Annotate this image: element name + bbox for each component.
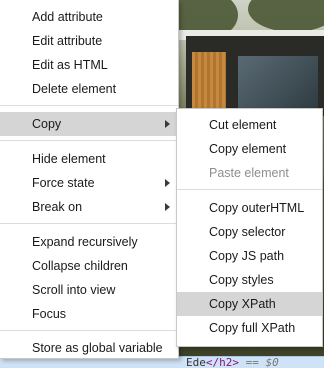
menu-separator [177,189,322,190]
devtools-code: Ede</h2> == $0 [186,356,279,368]
menu-item-label: Hide element [32,152,106,166]
menu-item-edit-attribute[interactable]: Edit attribute [0,29,178,53]
menu-item-force-state[interactable]: Force state [0,171,178,195]
context-menu: Add attribute Edit attribute Edit as HTM… [0,0,179,359]
menu-item-label: Copy selector [209,225,286,239]
submenu-item-cut-element[interactable]: Cut element [177,113,322,137]
menu-item-copy[interactable]: Copy [0,112,178,136]
menu-item-label: Add attribute [32,10,103,24]
menu-item-label: Expand recursively [32,235,138,249]
menu-item-label: Edit as HTML [32,58,108,72]
submenu-item-copy-styles[interactable]: Copy styles [177,268,322,292]
menu-item-label: Collapse children [32,259,128,273]
menu-item-edit-as-html[interactable]: Edit as HTML [0,53,178,77]
menu-item-label: Break on [32,200,83,214]
menu-item-label: Copy full XPath [209,321,296,335]
menu-item-label: Scroll into view [32,283,116,297]
menu-item-label: Store as global variable [32,341,163,355]
menu-item-label: Cut element [209,118,277,132]
menu-separator [0,330,178,331]
submenu-item-copy-xpath[interactable]: Copy XPath [177,292,322,316]
menu-separator [0,140,178,141]
menu-item-label: Delete element [32,82,117,96]
menu-item-label: Paste element [209,166,289,180]
menu-item-label: Copy styles [209,273,274,287]
menu-item-label: Edit attribute [32,34,103,48]
menu-item-label: Copy element [209,142,287,156]
menu-item-store-as-global-variable[interactable]: Store as global variable [0,337,178,359]
submenu-arrow-icon [165,203,170,211]
menu-item-delete-element[interactable]: Delete element [0,77,178,101]
menu-item-label: Copy [32,117,62,131]
submenu-arrow-icon [165,120,170,128]
submenu-item-copy-outerhtml[interactable]: Copy outerHTML [177,196,322,220]
menu-item-scroll-into-view[interactable]: Scroll into view [0,278,178,302]
menu-item-label: Copy JS path [209,249,285,263]
menu-item-focus[interactable]: Focus [0,302,178,326]
menu-item-label: Copy outerHTML [209,201,305,215]
menu-item-hide-element[interactable]: Hide element [0,147,178,171]
copy-submenu: Cut element Copy element Paste element C… [176,108,323,347]
submenu-arrow-icon [165,179,170,187]
menu-separator [0,223,178,224]
menu-item-add-attribute[interactable]: Add attribute [0,5,178,29]
menu-item-label: Force state [32,176,95,190]
submenu-item-copy-js-path[interactable]: Copy JS path [177,244,322,268]
menu-item-break-on[interactable]: Break on [0,195,178,219]
submenu-item-paste-element: Paste element [177,161,322,185]
menu-item-label: Focus [32,307,67,321]
menu-separator [0,105,178,106]
submenu-item-copy-element[interactable]: Copy element [177,137,322,161]
menu-item-collapse-children[interactable]: Collapse children [0,254,178,278]
submenu-item-copy-full-xpath[interactable]: Copy full XPath [177,316,322,340]
menu-item-label: Copy XPath [209,297,276,311]
menu-item-expand-recursively[interactable]: Expand recursively [0,230,178,254]
submenu-item-copy-selector[interactable]: Copy selector [177,220,322,244]
